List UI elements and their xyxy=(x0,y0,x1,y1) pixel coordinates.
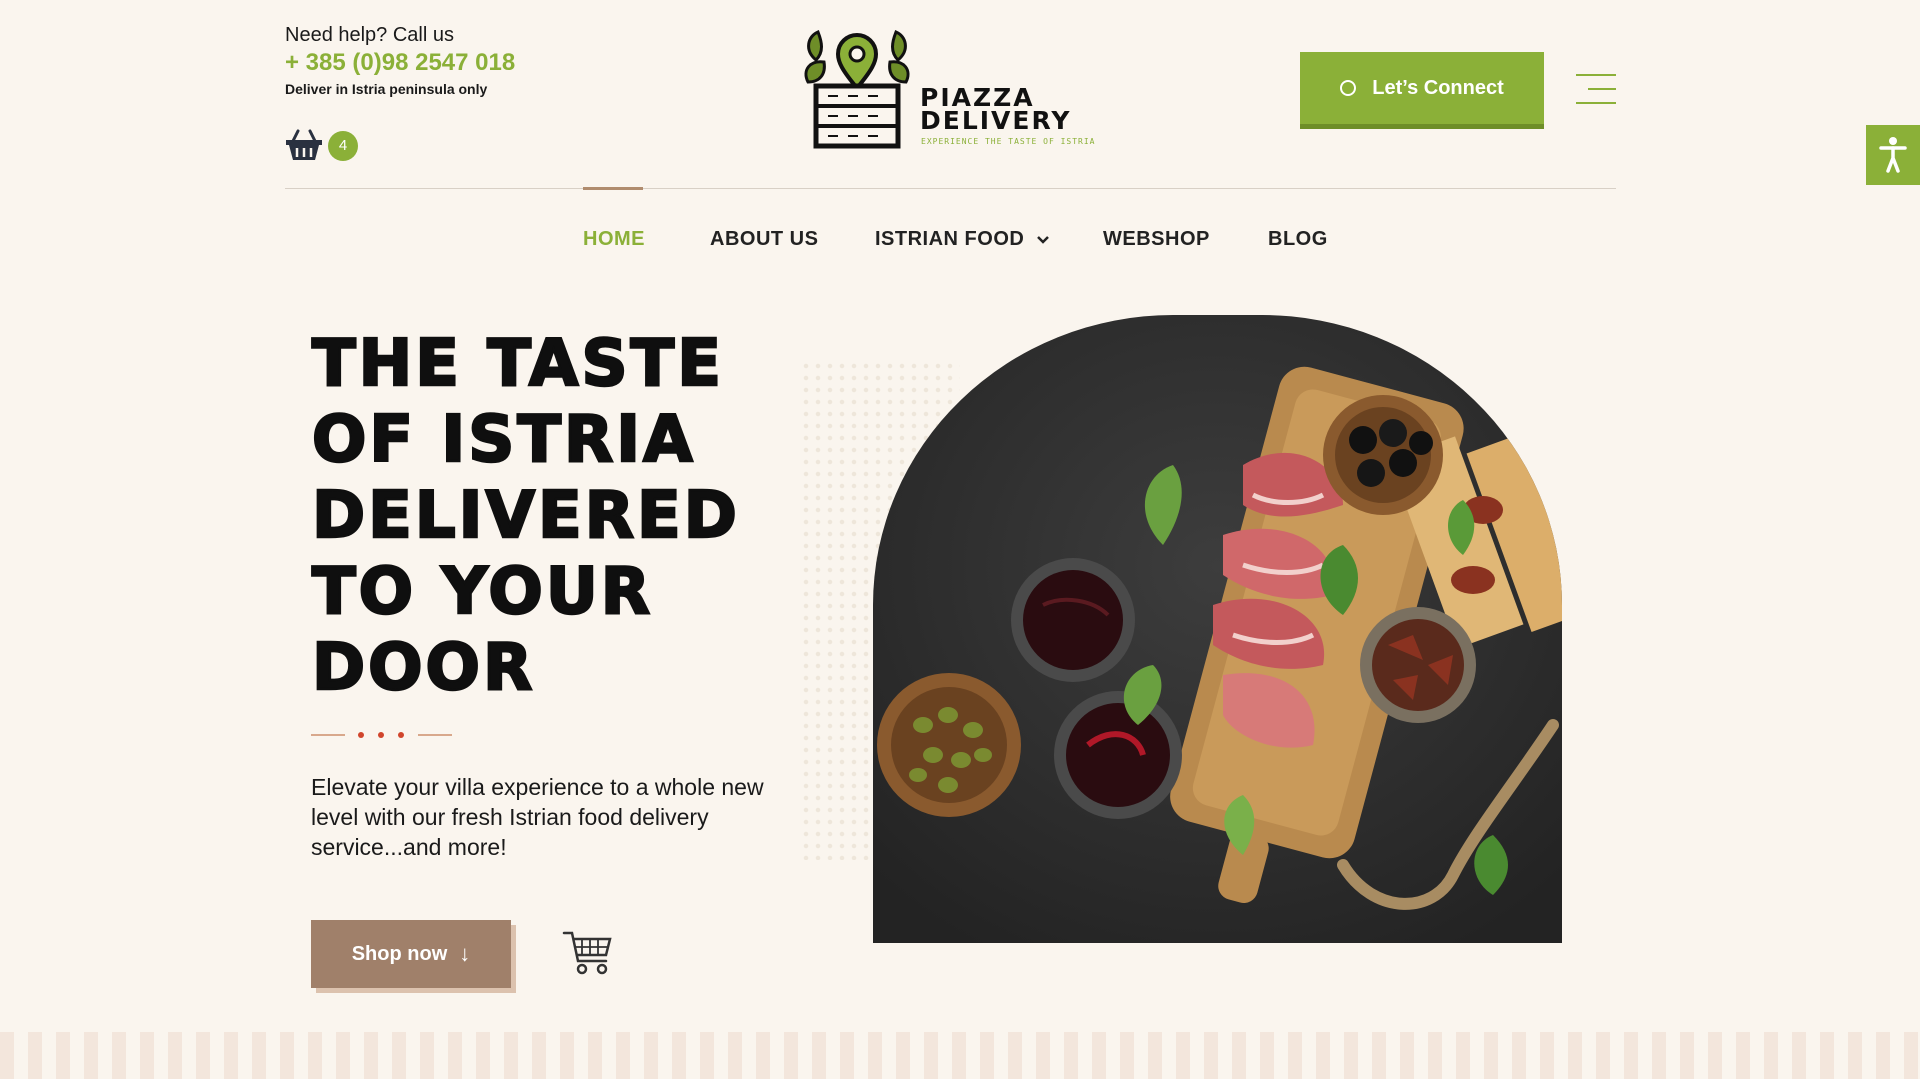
hero-subtitle: Elevate your villa experience to a whole… xyxy=(311,774,764,860)
basket-icon[interactable] xyxy=(284,127,324,163)
active-nav-indicator xyxy=(583,187,643,190)
chevron-down-icon xyxy=(1037,235,1050,244)
nav-webshop[interactable]: WEBSHOP xyxy=(1103,228,1210,251)
nav-about-us[interactable]: ABOUT US xyxy=(710,228,818,251)
phone-link[interactable]: + 385 (0)98 2547 018 xyxy=(285,49,515,77)
shop-now-label: Shop now xyxy=(351,942,448,965)
nav-istrian-food[interactable]: ISTRIAN FOOD xyxy=(875,228,1050,251)
logo-wordmark[interactable]: PIAZZA DELIVERY xyxy=(920,85,1140,135)
shop-now-button[interactable]: Shop now ↓ xyxy=(311,920,511,988)
nav-blog[interactable]: BLOG xyxy=(1268,228,1328,251)
nav-home[interactable]: HOME xyxy=(583,228,645,251)
accessibility-button[interactable] xyxy=(1866,125,1920,185)
hero-title: THE TASTE OF ISTRIA DELIVERED TO YOUR DO… xyxy=(311,326,832,707)
delivery-note: Deliver in Istria peninsula only xyxy=(285,81,488,97)
circle-icon xyxy=(1340,80,1357,96)
nav-istrian-food-label: ISTRIAN FOOD xyxy=(875,228,1025,250)
hero-title-line: OF ISTRIA xyxy=(311,402,696,479)
hero-title-line: DOOR xyxy=(311,630,536,707)
header-divider xyxy=(285,188,1616,189)
logo-line-2: DELIVERY xyxy=(920,106,1072,135)
separator-dot xyxy=(398,732,404,738)
shopping-cart-icon[interactable] xyxy=(562,929,614,977)
help-text: Need help? Call us xyxy=(285,24,454,46)
separator-dot xyxy=(358,732,364,738)
hero-title-line: THE TASTE xyxy=(311,326,724,403)
logo-tagline: EXPERIENCE THE TASTE OF ISTRIA xyxy=(921,137,1096,146)
hero-title-line: TO YOUR xyxy=(311,554,654,631)
logo-crate-icon[interactable] xyxy=(802,30,912,150)
separator-line-left xyxy=(311,734,345,736)
charcuterie-board-image xyxy=(873,315,1562,943)
separator-dot xyxy=(378,732,384,738)
hamburger-menu-icon[interactable] xyxy=(1576,74,1616,104)
arrow-down-icon: ↓ xyxy=(459,941,471,966)
cart-count-badge: 4 xyxy=(328,131,358,161)
connect-label: Let’s Connect xyxy=(1372,76,1504,99)
accessibility-icon xyxy=(1879,137,1907,173)
hero-title-line: DELIVERED xyxy=(311,478,740,555)
footer-stripe-decoration xyxy=(0,1032,1920,1079)
lets-connect-button[interactable]: Let’s Connect xyxy=(1300,52,1544,124)
separator-line-right xyxy=(418,734,452,736)
